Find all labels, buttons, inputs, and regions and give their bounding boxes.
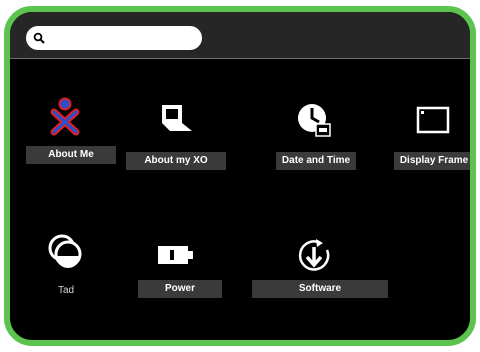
display-frame-label[interactable]: Display Frame xyxy=(394,152,470,170)
power-label[interactable]: Power xyxy=(138,280,222,298)
laptop-icon[interactable] xyxy=(158,104,196,134)
xo-person-icon[interactable] xyxy=(50,96,80,136)
network-icon[interactable] xyxy=(46,234,86,272)
search-input[interactable] xyxy=(46,26,190,48)
control-panel-window: About Me About my XO Date and Time Displ… xyxy=(4,6,476,346)
clock-icon[interactable] xyxy=(296,102,332,138)
software-label[interactable]: Software xyxy=(252,280,388,298)
search-box[interactable] xyxy=(26,26,202,50)
search-icon xyxy=(33,32,45,44)
frame-icon[interactable] xyxy=(416,106,450,134)
date-and-time-label[interactable]: Date and Time xyxy=(276,152,356,170)
software-update-icon[interactable] xyxy=(296,238,332,274)
tad-label[interactable]: Tad xyxy=(46,282,86,300)
about-my-xo-label[interactable]: About my XO xyxy=(126,152,226,170)
toolbar xyxy=(10,12,470,59)
battery-icon[interactable] xyxy=(156,244,196,266)
about-me-label[interactable]: About Me xyxy=(26,146,116,164)
